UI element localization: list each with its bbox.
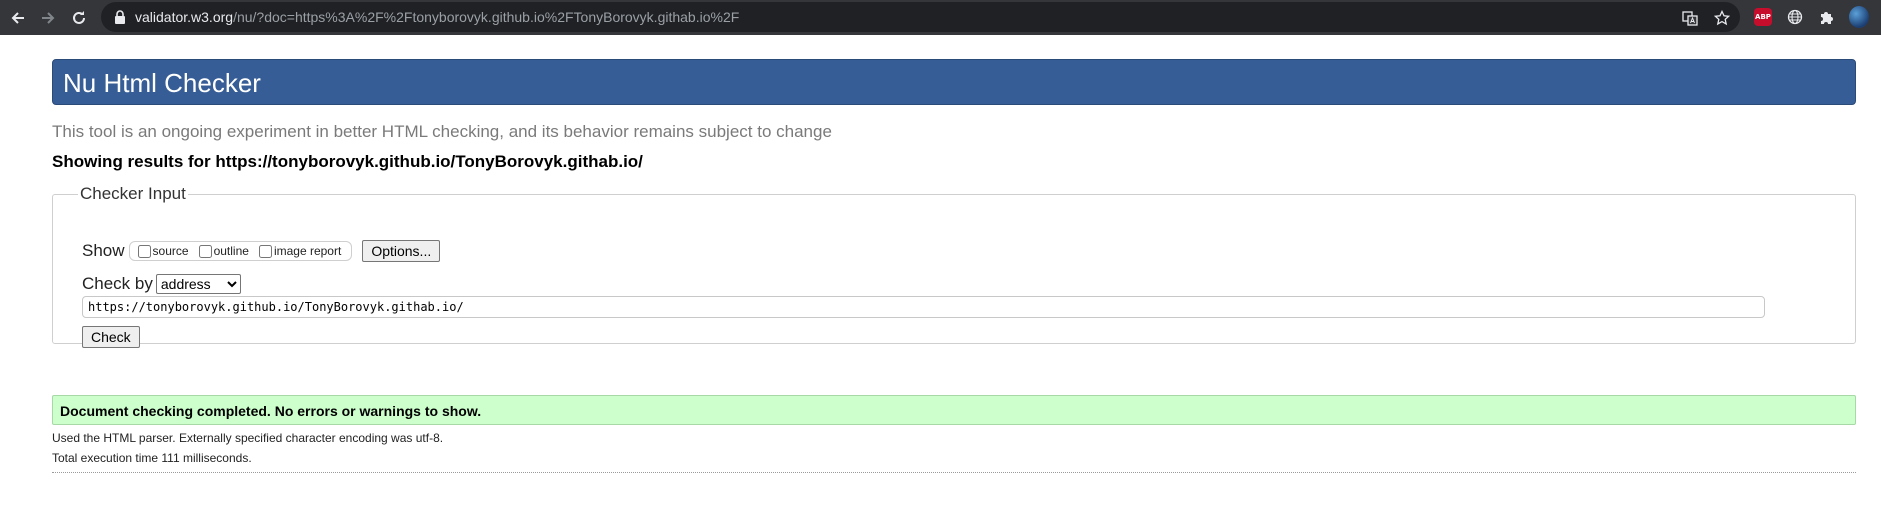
checker-input-legend: Checker Input: [80, 184, 186, 203]
outline-label[interactable]: outline: [214, 244, 249, 258]
address-bar[interactable]: validator.w3.org/nu/?doc=https%3A%2F%2Ft…: [101, 2, 1740, 32]
show-options-group: source outline image report: [128, 241, 353, 261]
showing-results-heading: Showing results for https://tonyborovyk.…: [52, 152, 643, 171]
translate-icon[interactable]: [1681, 9, 1699, 27]
url-text[interactable]: validator.w3.org/nu/?doc=https%3A%2F%2Ft…: [135, 9, 739, 25]
avatar: [1849, 6, 1869, 28]
show-label: Show: [82, 241, 125, 260]
document-url-input[interactable]: [82, 296, 1765, 318]
puzzle-icon[interactable]: [1817, 7, 1837, 27]
globe-icon[interactable]: [1785, 7, 1805, 27]
check-button[interactable]: Check: [82, 326, 140, 348]
image-report-checkbox[interactable]: [258, 244, 272, 258]
source-checkbox[interactable]: [137, 244, 151, 258]
parser-info: Used the HTML parser. Externally specifi…: [52, 431, 444, 445]
checker-input-fieldset: Checker Input Show source outline image …: [52, 184, 1856, 348]
intro-text: This tool is an ongoing experiment in be…: [52, 122, 832, 141]
check-by-row: Check by address: [82, 273, 241, 295]
page-title: Nu Html Checker: [63, 68, 261, 98]
back-arrow-icon[interactable]: [3, 0, 33, 35]
divider: [52, 472, 1856, 473]
success-message: Document checking completed. No errors o…: [60, 403, 482, 419]
check-by-label: Check by: [82, 274, 153, 293]
source-label[interactable]: source: [153, 244, 189, 258]
reload-icon[interactable]: [64, 0, 94, 35]
check-by-select[interactable]: address: [155, 274, 241, 294]
url-path: /nu/?doc=https%3A%2F%2Ftonyborovyk.githu…: [233, 9, 740, 25]
execution-time: Total execution time 111 milliseconds.: [52, 451, 252, 465]
outline-checkbox[interactable]: [198, 244, 212, 258]
page-header: Nu Html Checker: [52, 59, 1856, 105]
success-message-box: Document checking completed. No errors o…: [52, 395, 1856, 425]
adblock-plus-icon[interactable]: ABP: [1753, 7, 1773, 27]
lock-icon[interactable]: [114, 10, 126, 29]
profile-avatar[interactable]: [1849, 6, 1869, 28]
forward-arrow-icon[interactable]: [33, 0, 63, 35]
image-report-label[interactable]: image report: [274, 244, 341, 258]
options-button[interactable]: Options...: [362, 240, 441, 262]
browser-toolbar: validator.w3.org/nu/?doc=https%3A%2F%2Ft…: [0, 0, 1881, 35]
star-icon[interactable]: [1713, 9, 1731, 27]
url-host: validator.w3.org: [135, 9, 234, 25]
abp-badge: ABP: [1754, 8, 1772, 26]
show-options-row: Show source outline image report Options…: [82, 239, 441, 263]
